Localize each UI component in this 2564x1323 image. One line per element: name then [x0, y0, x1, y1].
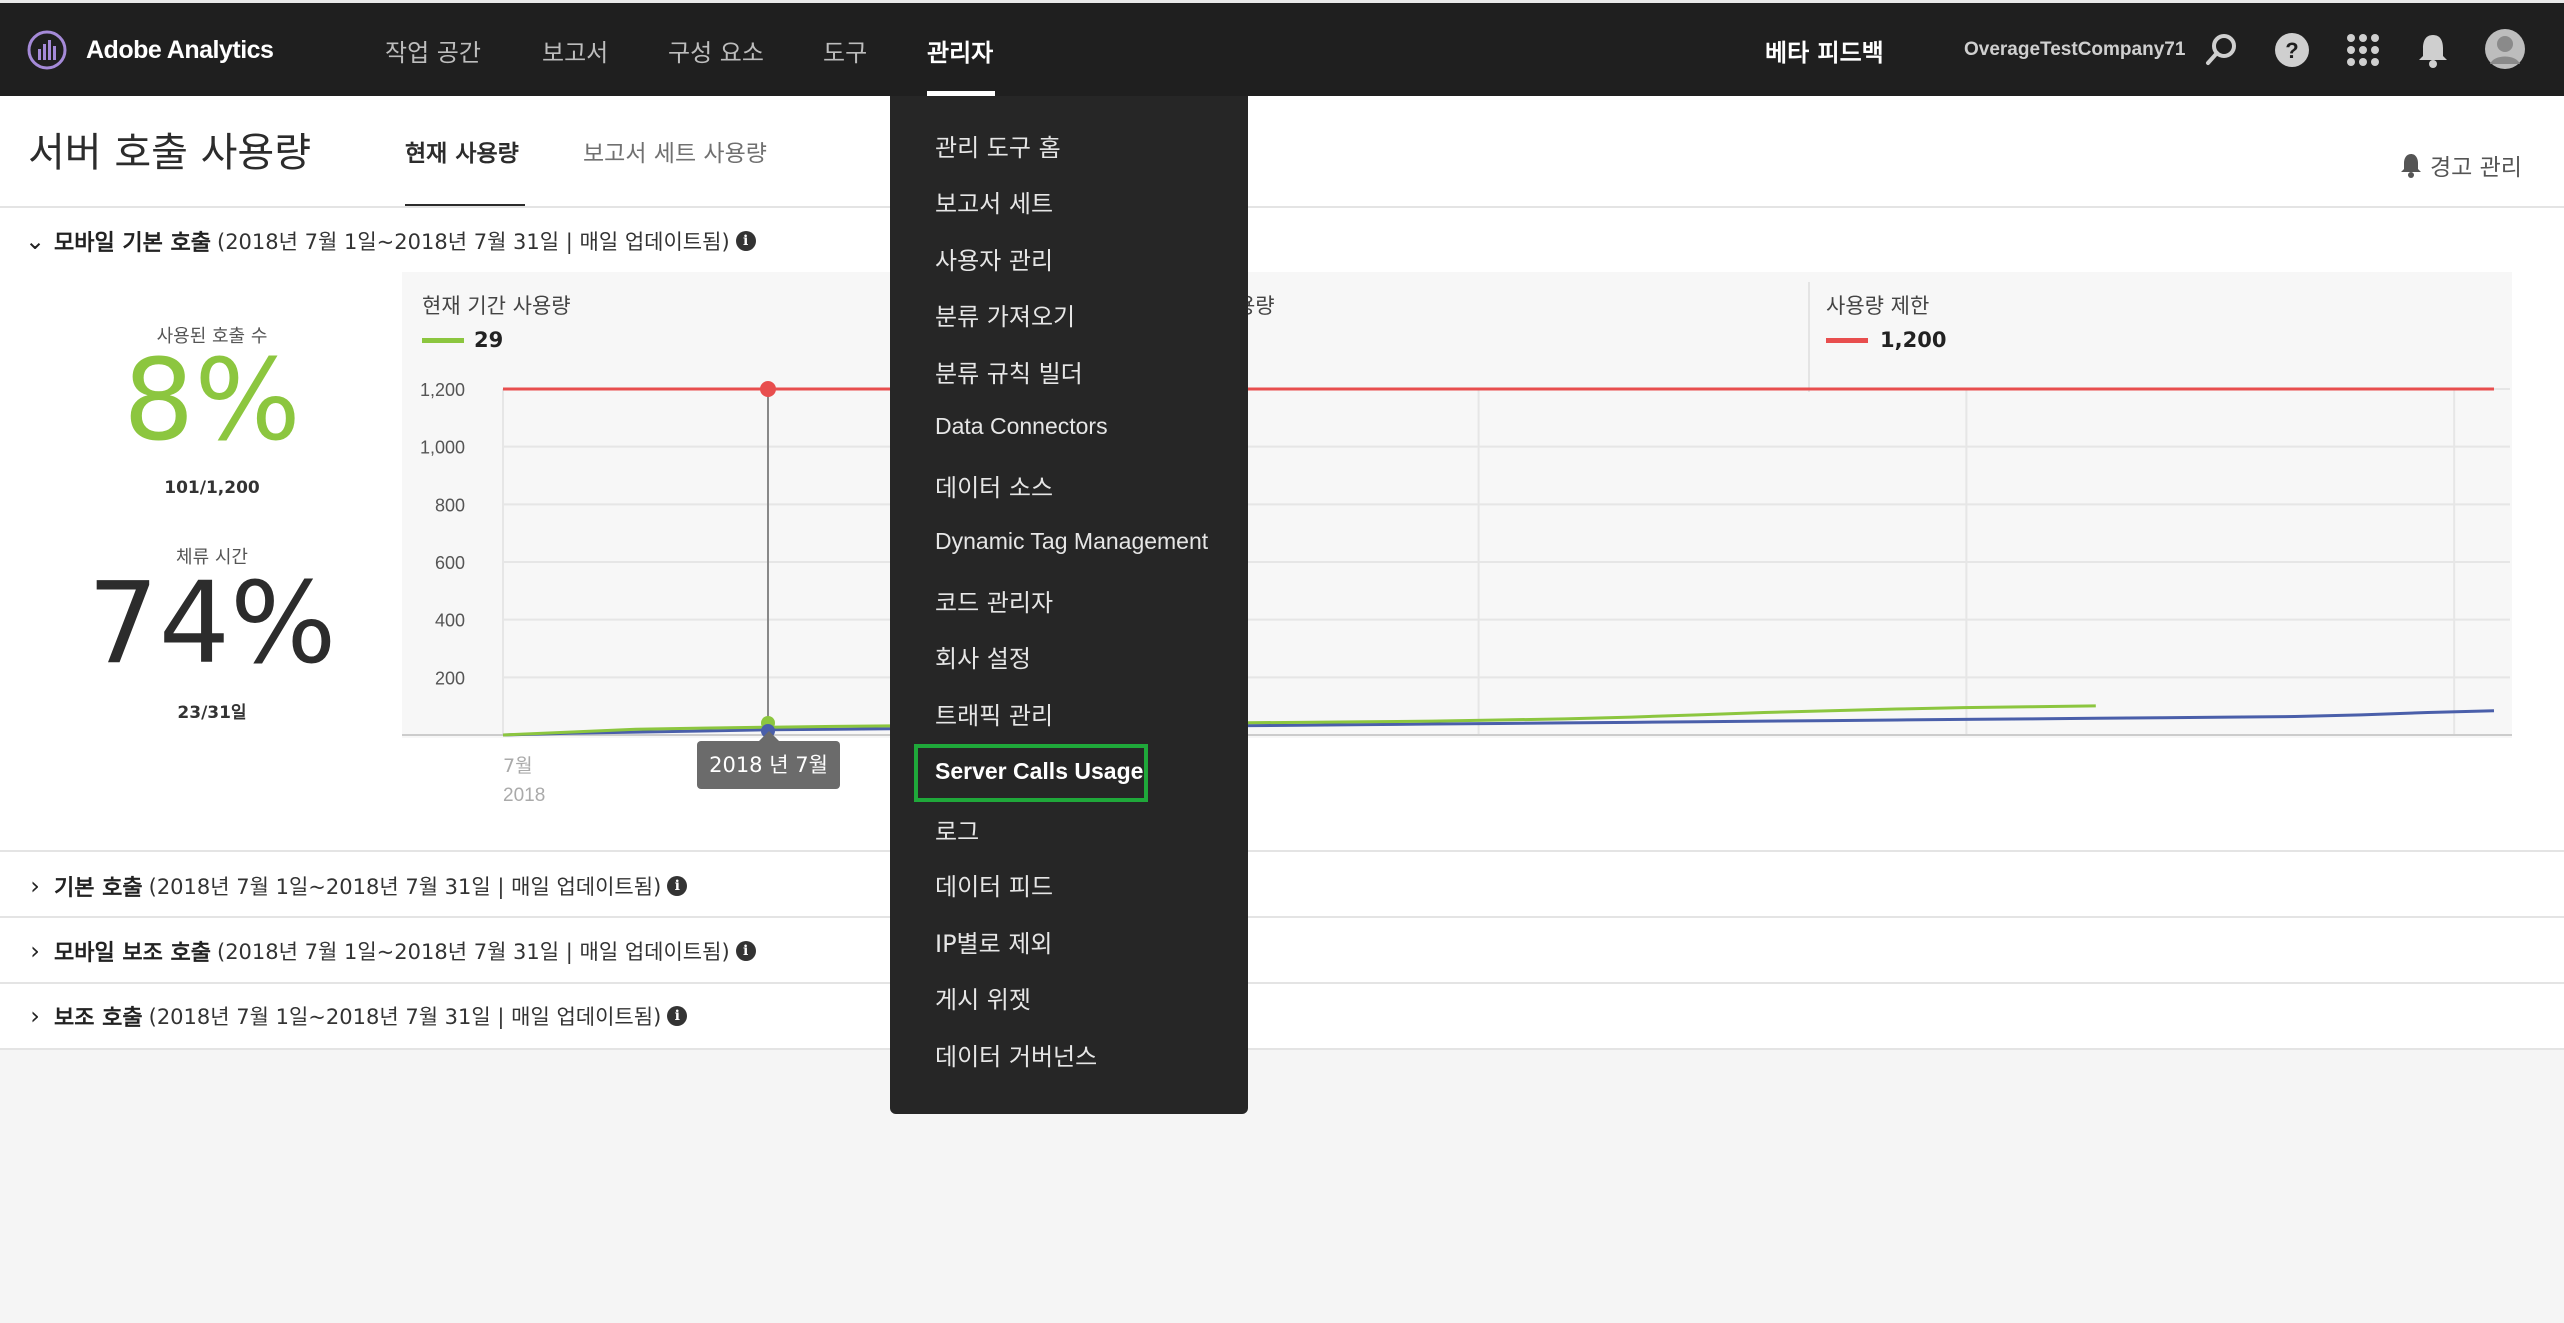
section-title: 모바일 보조 호출: [54, 941, 211, 966]
section-detail: (2018년 7월 1일~2018년 7월 31일 | 매일 업데이트됨): [217, 940, 730, 964]
section-detail: (2018년 7월 1일~2018년 7월 31일 | 매일 업데이트됨): [148, 1005, 662, 1029]
y-tick-label: 200: [435, 668, 465, 688]
menu-item-dynamic-tag-management[interactable]: Dynamic Tag Management: [935, 528, 1208, 555]
menu-item-logs[interactable]: 로그: [935, 812, 979, 847]
y-tick-label: 600: [435, 553, 465, 573]
section-divider: [0, 982, 2564, 984]
info-icon[interactable]: i: [667, 876, 688, 896]
y-tick-label: 1,000: [420, 438, 465, 458]
section-primary-calls[interactable]: › 기본 호출 (2018년 7월 1일~2018년 7월 31일 | 매일 업…: [24, 870, 688, 902]
section-divider: [0, 916, 2564, 918]
admin-dropdown-menu: 관리 도구 홈 보고서 세트 사용자 관리 분류 가져오기 분류 규칙 빌더 D…: [890, 96, 1248, 1114]
section-secondary-calls[interactable]: › 보조 호출 (2018년 7월 1일~2018년 7월 31일 | 매일 업…: [24, 1000, 688, 1032]
x-tick-label-month: 7월: [503, 755, 533, 777]
chevron-right-icon: ›: [30, 872, 40, 900]
info-icon[interactable]: i: [735, 941, 756, 961]
menu-item-traffic-management[interactable]: 트래픽 관리: [935, 696, 1053, 731]
empty-content-area: [0, 1050, 2564, 1323]
menu-item-code-manager[interactable]: 코드 관리자: [935, 583, 1053, 618]
menu-item-report-suites[interactable]: 보고서 세트: [935, 184, 1053, 219]
chevron-right-icon: ›: [30, 1002, 40, 1030]
chevron-right-icon: ›: [30, 937, 40, 965]
section-mobile-secondary-calls[interactable]: › 모바일 보조 호출 (2018년 7월 1일~2018년 7월 31일 | …: [24, 935, 756, 967]
section-divider: [0, 850, 2564, 852]
y-tick-label: 800: [435, 495, 465, 515]
section-title: 기본 호출: [54, 876, 143, 901]
y-tick-label: 1,200: [420, 380, 465, 400]
menu-item-data-sources[interactable]: 데이터 소스: [935, 468, 1053, 503]
menu-item-admin-home[interactable]: 관리 도구 홈: [935, 128, 1061, 163]
menu-item-user-management[interactable]: 사용자 관리: [935, 241, 1053, 276]
info-icon[interactable]: i: [667, 1006, 688, 1026]
x-tick-label-year: 2018: [503, 785, 545, 806]
section-detail: (2018년 7월 1일~2018년 7월 31일 | 매일 업데이트됨): [148, 875, 662, 899]
menu-item-classification-rule-builder[interactable]: 분류 규칙 빌더: [935, 354, 1083, 389]
y-tick-label: 400: [435, 611, 465, 631]
menu-item-company-settings[interactable]: 회사 설정: [935, 639, 1031, 674]
chart-plot: 1,200 1,000 800 600 400 200 7월 2018: [402, 380, 2512, 806]
highlight-box: [914, 744, 1148, 802]
menu-item-publishing-widget[interactable]: 게시 위젯: [935, 980, 1031, 1015]
menu-item-data-feeds[interactable]: 데이터 피드: [935, 867, 1053, 902]
hover-point-limit: [760, 381, 776, 397]
menu-item-classification-importer[interactable]: 분류 가져오기: [935, 297, 1075, 332]
menu-item-exclude-by-ip[interactable]: IP별로 제외: [935, 924, 1053, 959]
previous-period-line: [502, 709, 2495, 737]
section-title: 보조 호출: [54, 1006, 143, 1031]
chart-tooltip: 2018 년 7월: [697, 731, 840, 789]
menu-item-data-connectors[interactable]: Data Connectors: [935, 413, 1108, 440]
menu-item-data-governance[interactable]: 데이터 거버넌스: [935, 1037, 1097, 1072]
